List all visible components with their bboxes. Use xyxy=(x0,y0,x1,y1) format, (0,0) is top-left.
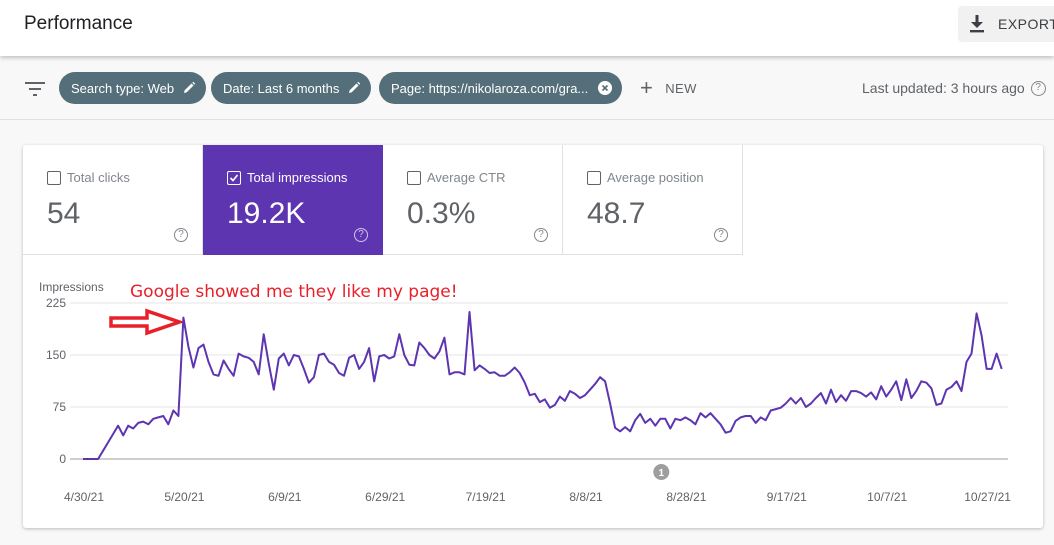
y-tick-label: 225 xyxy=(46,296,66,310)
annotation-text: Google showed me they like my page! xyxy=(130,282,458,302)
y-tick-label: 75 xyxy=(53,400,67,414)
x-tick-label: 6/29/21 xyxy=(365,490,405,504)
x-tick-label: 6/9/21 xyxy=(268,490,302,504)
x-tick-label: 4/30/21 xyxy=(64,490,104,504)
y-axis-label: Impressions xyxy=(39,280,104,294)
x-tick-label: 10/7/21 xyxy=(867,490,907,504)
x-tick-label: 5/20/21 xyxy=(164,490,204,504)
impressions-series-line[interactable] xyxy=(83,311,1003,460)
annotation-arrow xyxy=(109,308,185,336)
x-tick-label: 8/8/21 xyxy=(569,490,603,504)
x-tick-label: 10/27/21 xyxy=(964,490,1011,504)
y-tick-label: 0 xyxy=(59,452,66,466)
y-tick-label: 150 xyxy=(46,348,66,362)
impressions-chart: Impressions 0 75 150 225 4/30/21 5/20/21 6/9/… xyxy=(39,280,1011,504)
event-marker-label: 1 xyxy=(659,468,665,479)
red-arrow-icon xyxy=(109,308,185,336)
x-tick-label: 9/17/21 xyxy=(767,490,807,504)
x-tick-label: 8/28/21 xyxy=(666,490,706,504)
x-tick-label: 7/19/21 xyxy=(466,490,506,504)
